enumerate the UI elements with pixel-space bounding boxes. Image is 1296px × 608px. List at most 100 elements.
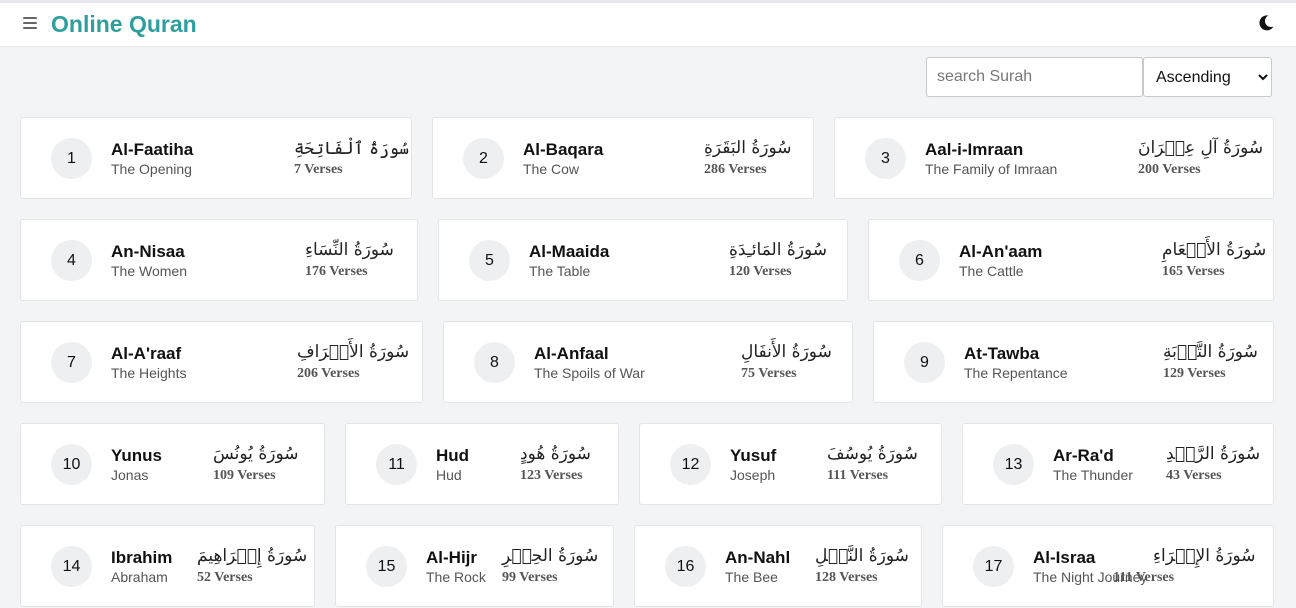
surah-arabic-name: سُورَةُ الأَعۡرَافِ [297,342,410,362]
surah-arabic-name: سُورَةُ الإِسۡرَاءِ [1153,546,1256,566]
surah-arabic-name: سُورَةُ البَقَرَةِ [704,138,792,158]
surah-verse-count: 120 Verses [729,264,792,279]
surah-card[interactable]: 3 Aal-i-Imraan The Family of Imraan سُور… [834,117,1274,199]
surah-number-badge: 14 [51,546,92,587]
moon-icon[interactable] [1256,13,1276,33]
surah-number-badge: 16 [665,546,706,587]
search-input[interactable] [926,57,1143,97]
surah-card[interactable]: 2 Al-Baqara The Cow سُورَةُ البَقَرَةِ 2… [432,117,814,199]
surah-arabic-name: سُورَةُ آلِ عِمۡرَانَ [1138,138,1264,158]
surah-number-badge: 9 [904,342,945,383]
surah-english-name: Hud [436,446,470,465]
surah-verse-count: 129 Verses [1163,366,1226,381]
surah-english-name: An-Nisaa [111,242,185,261]
surah-translation: The Cattle [959,263,1024,279]
surah-arabic-name: سُورَةُ الأَنفَالِ [741,342,832,362]
surah-arabic-name: سُورَةُ النِّسَاءِ [305,240,394,260]
surah-english-name: An-Nahl [725,548,791,567]
surah-card[interactable]: 4 An-Nisaa The Women سُورَةُ النِّسَاءِ … [20,219,418,301]
surah-verse-count: 109 Verses [213,468,276,483]
surah-arabic-name: سُورَةُ الرَّعۡدِ [1166,444,1261,464]
surah-number-badge: 3 [865,138,906,179]
surah-english-name: Al-Israa [1033,548,1096,567]
surah-translation: The Thunder [1053,467,1133,483]
surah-arabic-name: سُورَةُ ٱلْفَاتِحَةِ [294,139,409,159]
surah-translation: The Heights [111,365,187,381]
surah-number-badge: 4 [51,240,92,281]
surah-translation: The Family of Imraan [925,161,1058,177]
surah-arabic-name: سُورَةُ الأَنۡعَامِ [1162,240,1267,260]
app-title[interactable]: Online Quran [51,11,197,38]
surah-english-name: Al-Faatiha [111,140,194,159]
surah-number-badge: 1 [51,138,92,179]
surah-verse-count: 75 Verses [741,366,797,381]
top-navbar: Online Quran [0,0,1296,47]
surah-english-name: Al-An'aam [959,242,1043,261]
sort-order-select[interactable]: Ascending [1143,57,1272,97]
surah-number-badge: 17 [973,546,1014,587]
surah-verse-count: 52 Verses [197,570,253,585]
surah-translation: The Opening [111,161,192,177]
surah-arabic-name: سُورَةُ التَّوۡبَةِ [1163,342,1258,362]
surah-card[interactable]: 6 Al-An'aam The Cattle سُورَةُ الأَنۡعَا… [868,219,1274,301]
surah-english-name: Al-Baqara [523,140,604,159]
surah-translation: The Rock [426,569,486,585]
surah-card[interactable]: 8 Al-Anfaal The Spoils of War سُورَةُ ال… [443,321,853,403]
surah-english-name: Ar-Ra'd [1053,446,1114,465]
surah-card[interactable]: 7 Al-A'raaf The Heights سُورَةُ الأَعۡرَ… [20,321,423,403]
surah-number-badge: 10 [51,444,92,485]
surah-card[interactable]: 13 Ar-Ra'd The Thunder سُورَةُ الرَّعۡدِ… [962,423,1274,505]
surah-card[interactable]: 17 Al-Israa The Night Journey سُورَةُ ال… [942,525,1274,607]
surah-english-name: Al-Maaida [529,242,610,261]
surah-card[interactable]: 10 Yunus Jonas سُورَةُ يُونُسَ 109 Verse… [20,423,325,505]
surah-translation: The Bee [725,569,778,585]
surah-card[interactable]: 1 Al-Faatiha The Opening سُورَةُ ٱلْفَات… [20,117,412,199]
surah-english-name: Al-Hijr [426,548,477,567]
surah-number-badge: 13 [993,444,1034,485]
surah-card[interactable]: 14 Ibrahim Abraham سُورَةُ إِبۡرَاهِيمَ … [20,525,315,607]
surah-arabic-name: سُورَةُ المَائـِدَةِ [729,240,827,260]
surah-english-name: Aal-i-Imraan [925,140,1024,159]
surah-verse-count: 123 Verses [520,468,583,483]
surah-translation: Jonas [111,467,149,483]
surah-translation: The Repentance [964,365,1068,381]
surah-english-name: Al-Anfaal [534,344,609,363]
surah-number-badge: 8 [474,342,515,383]
surah-english-name: Ibrahim [111,548,173,567]
surah-translation: The Spoils of War [534,365,645,381]
surah-translation: Joseph [730,467,776,483]
surah-translation: Hud [436,467,462,483]
surah-verse-count: 99 Verses [502,570,558,585]
surah-arabic-name: سُورَةُ يُونُسَ [213,444,299,464]
surah-card[interactable]: 9 At-Tawba The Repentance سُورَةُ التَّو… [873,321,1274,403]
surah-translation: The Table [529,263,591,279]
surah-card[interactable]: 15 Al-Hijr The Rock سُورَةُ الحِجۡرِ 99 … [335,525,614,607]
surah-number-badge: 6 [899,240,940,281]
surah-number-badge: 2 [463,138,504,179]
surah-number-badge: 15 [366,546,407,587]
surah-number-badge: 7 [51,342,92,383]
surah-english-name: Al-A'raaf [111,344,182,363]
surah-english-name: At-Tawba [964,344,1040,363]
hamburger-menu-icon[interactable] [23,17,37,29]
surah-verse-count: 176 Verses [305,264,368,279]
surah-verse-count: 111 Verses [827,468,889,483]
surah-verse-count: 128 Verses [815,570,878,585]
surah-arabic-name: سُورَةُ النَّحۡلِ [815,546,909,566]
surah-verse-count: 111 Verses [1113,570,1175,585]
surah-card[interactable]: 16 An-Nahl The Bee سُورَةُ النَّحۡلِ 128… [634,525,922,607]
surah-verse-count: 200 Verses [1138,162,1201,177]
surah-verse-count: 43 Verses [1166,468,1222,483]
surah-card[interactable]: 12 Yusuf Joseph سُورَةُ يُوسُفَ 111 Vers… [639,423,942,505]
surah-card[interactable]: 11 Hud Hud سُورَةُ هُودٍ 123 Verses [345,423,619,505]
surah-arabic-name: سُورَةُ هُودٍ [520,444,591,464]
surah-translation: The Cow [523,161,580,177]
surah-number-badge: 11 [376,444,417,485]
surah-verse-count: 286 Verses [704,162,767,177]
surah-number-badge: 12 [670,444,711,485]
surah-translation: The Women [111,263,187,279]
surah-translation: Abraham [111,569,168,585]
surah-verse-count: 165 Verses [1162,264,1225,279]
surah-card[interactable]: 5 Al-Maaida The Table سُورَةُ المَائـِدَ… [438,219,848,301]
surah-arabic-name: سُورَةُ الحِجۡرِ [502,546,599,566]
